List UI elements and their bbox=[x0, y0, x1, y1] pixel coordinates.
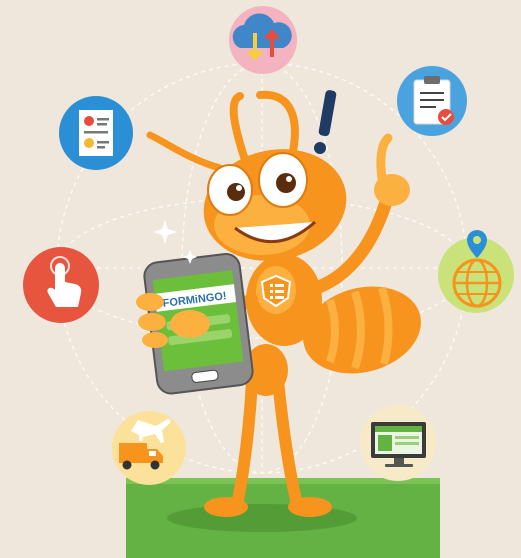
desktop-monitor-icon bbox=[360, 405, 436, 481]
clipboard-check-icon bbox=[397, 66, 467, 136]
touch-hand-icon bbox=[23, 247, 99, 323]
document-report-icon bbox=[59, 96, 133, 170]
cloud-sync-icon bbox=[229, 6, 297, 74]
delivery-truck-plane-icon bbox=[112, 411, 186, 485]
formingo-mascot-illustration: FORMiNGO! bbox=[0, 0, 521, 558]
illustration-stage: FORMiNGO! bbox=[0, 0, 521, 558]
